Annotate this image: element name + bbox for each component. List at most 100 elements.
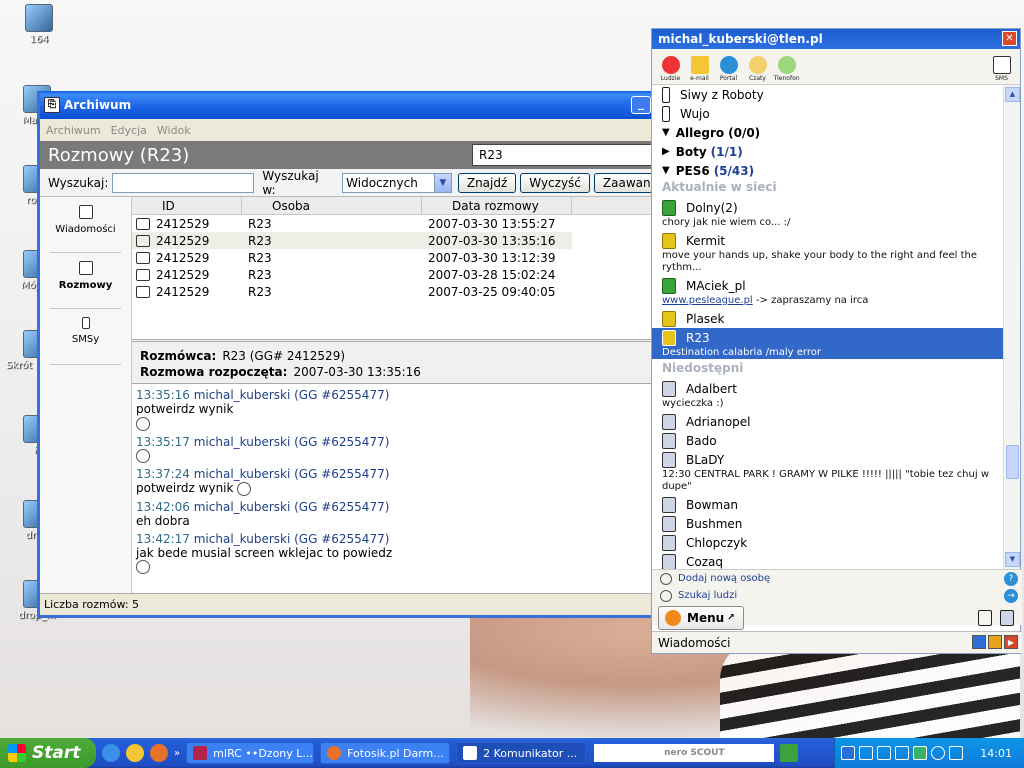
status-small-icon[interactable] <box>1000 610 1014 626</box>
offline-status-icon <box>662 496 676 513</box>
menu-widok[interactable]: Widok <box>157 124 191 137</box>
contact-item[interactable]: Bowman <box>652 495 1004 514</box>
arrow-right-icon[interactable]: → <box>1004 588 1018 603</box>
status-offline-icon[interactable]: ▶ <box>1004 635 1018 649</box>
chevron-right-icon[interactable]: » <box>174 748 180 759</box>
task-mirc[interactable]: mIRC ••Dzony L... <box>186 742 315 764</box>
scroll-thumb[interactable] <box>1006 445 1019 479</box>
contact-description: 12:30 CENTRAL PARK ! GRAMY W PILKE !!!!!… <box>662 469 989 492</box>
smiley-icon <box>237 481 252 496</box>
message: 13:42:17 michal_kuberski (GG #6255477) j… <box>136 532 649 574</box>
contact-item[interactable]: Chlopczyk <box>652 533 1004 552</box>
contact-item[interactable]: MAciek_pl <box>652 276 1004 295</box>
add-person-link[interactable]: Dodaj nową osobę? <box>652 570 1022 587</box>
message-list: 13:35:16 michal_kuberski (GG #6255477) p… <box>132 384 653 582</box>
tlen-titlebar[interactable]: michal_kuberski@tlen.pl ✕ <box>652 29 1020 49</box>
table-row[interactable]: 2412529 R23 2007-03-30 13:12:39 <box>132 249 572 266</box>
nav-conversations[interactable]: Rozmowy <box>50 253 121 309</box>
menu-archiwum[interactable]: Archiwum <box>46 124 101 137</box>
contact-item[interactable]: Siwy z Roboty <box>652 85 1004 104</box>
section-online: Aktualnie w sieci <box>662 180 777 194</box>
search-in-select[interactable]: Widocznych ▼ <box>342 172 452 193</box>
search-people-link[interactable]: Szukaj ludzi → <box>652 587 1022 604</box>
tray-volume-icon[interactable] <box>949 746 963 760</box>
menu-button[interactable]: Menu ↗ <box>658 606 744 630</box>
minimize-button[interactable]: _ <box>631 96 651 114</box>
toolbar-tlenofon[interactable]: Tlenofon <box>772 56 801 82</box>
smiley-icon <box>136 560 150 574</box>
group-header[interactable]: ▶ Boty (1/1) <box>652 142 1004 161</box>
toolbar-portal[interactable]: Portal <box>714 56 743 82</box>
quicklaunch-firefox-icon[interactable] <box>150 744 168 762</box>
contact-item[interactable]: Wujo <box>652 104 1004 123</box>
status-away-icon[interactable] <box>988 635 1002 649</box>
scroll-down-icon[interactable]: ▼ <box>1005 552 1020 567</box>
quicklaunch-ie-icon[interactable] <box>102 744 120 762</box>
scroll-up-icon[interactable]: ▲ <box>1005 87 1020 102</box>
advanced-button[interactable]: Zaawans <box>593 172 654 193</box>
find-button[interactable]: Znajdź <box>457 172 517 193</box>
search-input[interactable] <box>112 172 255 193</box>
status-online-icon[interactable] <box>972 635 986 649</box>
firefox-icon <box>327 746 342 760</box>
offline-status-icon <box>662 413 676 430</box>
archive-titlebar[interactable]: ⎘ Archiwum _ <box>40 91 653 119</box>
tray-network-icon[interactable] <box>913 746 927 760</box>
contact-item[interactable]: BLaDY <box>652 450 1004 469</box>
help-icon[interactable]: ? <box>1004 571 1018 586</box>
group-header[interactable]: ▼ PES6 (5/43) <box>652 161 1004 180</box>
column-header-osoba[interactable]: Osoba <box>242 197 422 214</box>
tray-back-icon[interactable] <box>841 746 855 760</box>
toolbar-email[interactable]: e-mail <box>685 56 714 82</box>
contact-item[interactable]: Dolny(2) <box>652 198 1004 217</box>
task-firefox[interactable]: Fotosik.pl Darm... <box>320 742 451 764</box>
group-header[interactable]: ▼ Allegro (0/0) <box>652 123 1004 142</box>
contact-item[interactable]: Adrianopel <box>652 412 1004 431</box>
list-header: ID Osoba Data rozmowy <box>132 197 653 215</box>
task-komunikator[interactable]: 2 Komunikator ... <box>456 742 587 764</box>
tray-app-icon[interactable] <box>877 746 891 760</box>
contact-item[interactable]: Adalbert <box>652 379 1004 398</box>
toolbar-chats[interactable]: Czaty <box>743 56 772 82</box>
tray-app-icon[interactable] <box>895 746 909 760</box>
contact-item[interactable]: Kermit <box>652 231 1004 250</box>
table-row[interactable]: 2412529 R23 2007-03-28 15:02:24 <box>132 266 572 283</box>
smiley-icon <box>136 416 150 431</box>
nav-messages[interactable]: Wiadomości <box>50 197 121 253</box>
tlen-icon <box>463 746 478 760</box>
contact-item[interactable]: Cozaq <box>652 552 1004 569</box>
quicklaunch-media-icon[interactable] <box>126 744 144 762</box>
start-button[interactable]: Start <box>0 738 96 768</box>
description-link[interactable]: www.pesleague.pl <box>662 295 753 306</box>
contact-filter-field[interactable]: R23 <box>472 144 662 166</box>
search-in-label: Wyszukaj w: <box>262 168 319 197</box>
search-label: Wyszukaj: <box>48 175 109 190</box>
sms-icon <box>992 56 1011 74</box>
contact-item[interactable]: Bado <box>652 431 1004 450</box>
tray-app-icon[interactable] <box>859 746 873 760</box>
message: 13:35:17 michal_kuberski (GG #6255477) <box>136 435 649 463</box>
table-row[interactable]: 2412529 R23 2007-03-30 13:55:27 <box>132 215 572 232</box>
close-icon[interactable]: ✕ <box>1002 31 1017 46</box>
desktop-icon[interactable]: 164 <box>4 4 74 45</box>
table-row[interactable]: 2412529 R23 2007-03-30 13:35:16 <box>132 232 572 249</box>
clock[interactable]: 14:01 <box>980 747 1012 760</box>
table-row[interactable]: 2412529 R23 2007-03-25 09:40:05 <box>132 283 572 300</box>
toolbar-people[interactable]: Ludzie <box>656 56 685 82</box>
contact-scrollbar[interactable]: ▲ ▼ <box>1003 85 1020 569</box>
column-header-id[interactable]: ID <box>132 197 242 214</box>
clear-button[interactable]: Wyczyść <box>520 172 590 193</box>
contact-item[interactable]: Plasek <box>652 309 1004 328</box>
archive-small-icon[interactable] <box>978 610 992 626</box>
column-header-data[interactable]: Data rozmowy <box>422 197 572 214</box>
contact-item-selected[interactable]: R23 <box>652 328 1004 347</box>
search-go-icon[interactable] <box>780 744 799 762</box>
globe-icon <box>719 56 738 74</box>
archive-header: Rozmowy (R23) R23 <box>40 141 662 169</box>
menu-edycja[interactable]: Edycja <box>111 124 147 137</box>
nero-scout-search[interactable]: nero SCOUT <box>594 744 775 762</box>
toolbar-sms[interactable]: SMS <box>987 56 1016 82</box>
contact-item[interactable]: Bushmen <box>652 514 1004 533</box>
nav-sms[interactable]: SMSy <box>50 309 121 365</box>
tray-media-icon[interactable] <box>931 746 945 760</box>
